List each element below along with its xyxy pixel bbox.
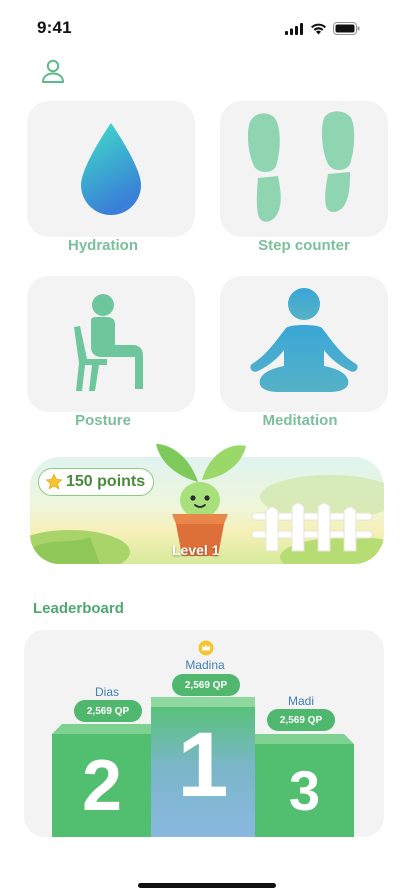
podium-first-block: 1 <box>151 707 255 837</box>
posture-label: Posture <box>75 412 131 429</box>
star-icon <box>45 473 63 490</box>
sitting-person-icon <box>74 294 143 391</box>
points-badge: 150 points <box>38 468 155 496</box>
posture-tile[interactable] <box>27 276 195 412</box>
plant-mascot <box>156 444 246 556</box>
status-icons <box>285 22 360 35</box>
podium-third-name: Madi <box>287 694 314 708</box>
crown-icon <box>198 640 214 656</box>
step-counter-tile[interactable] <box>220 101 388 237</box>
hydration-label: Hydration <box>67 237 138 254</box>
hydration-tile[interactable] <box>27 101 195 237</box>
podium-second-name: Dias <box>94 685 119 699</box>
battery-icon <box>333 22 360 35</box>
podium-second-block: 2 <box>52 734 152 837</box>
podium-first-top <box>151 697 255 707</box>
person-icon <box>42 59 64 83</box>
meditation-icon <box>250 288 358 392</box>
meditation-label: Meditation <box>262 412 338 429</box>
meditation-tile[interactable] <box>220 276 388 412</box>
signal-icon <box>285 22 303 35</box>
step-counter-label: Step counter <box>258 237 350 254</box>
water-drop-icon <box>81 123 141 215</box>
wifi-icon <box>311 23 326 34</box>
status-bar: 9:41 <box>0 0 414 50</box>
footprints-icon <box>247 111 355 222</box>
podium-third-block: 3 <box>255 744 354 837</box>
status-time: 9:41 <box>37 18 72 37</box>
podium-first-name: Madina <box>185 658 225 672</box>
leaderboard-card: Dias 2,569 QP 2 Madina 2,569 QP 1 Madi 2… <box>24 630 384 837</box>
home-indicator <box>138 883 276 888</box>
podium-third-top <box>255 734 354 744</box>
points-text: 150 points <box>66 473 146 490</box>
podium-first-score: 2,569 QP <box>172 674 240 696</box>
podium-third-score: 2,569 QP <box>267 709 335 731</box>
level-text: Level 1 <box>172 542 220 558</box>
leaderboard-title: Leaderboard <box>33 600 124 617</box>
podium-second-top <box>52 724 152 734</box>
profile-button[interactable] <box>40 58 66 84</box>
podium-second-score: 2,569 QP <box>74 700 142 722</box>
